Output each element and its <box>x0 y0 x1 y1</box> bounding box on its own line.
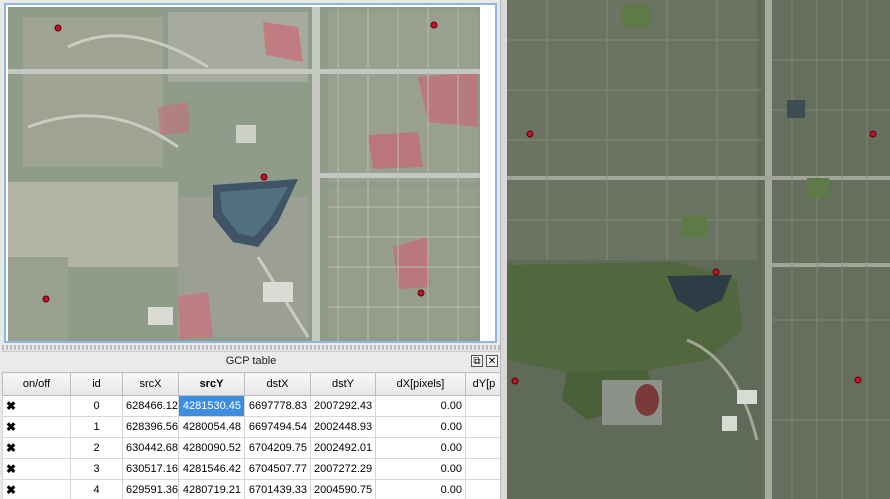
enabled-checkbox[interactable]: ✖ <box>6 441 18 455</box>
table-row[interactable]: ✖ 4 629591.36 4280719.21 6701439.33 2004… <box>2 479 500 499</box>
cell-id: 1 <box>70 416 123 438</box>
col-header-id[interactable]: id <box>70 372 123 396</box>
cell-srcx[interactable]: 629591.36 <box>122 479 179 499</box>
cell-dstx[interactable]: 6697778.83 <box>244 395 311 417</box>
gcp-marker-0[interactable] <box>54 24 62 32</box>
gcp-marker-2[interactable] <box>417 289 425 297</box>
cell-dx: 0.00 <box>375 479 466 499</box>
cell-dx: 0.00 <box>375 416 466 438</box>
cell-srcx[interactable]: 630442.68 <box>122 437 179 459</box>
col-header-srcx[interactable]: srcX <box>122 372 179 396</box>
enabled-checkbox[interactable]: ✖ <box>6 483 18 497</box>
cell-dy <box>465 416 500 438</box>
cell-srcy[interactable]: 4280719.21 <box>178 479 245 499</box>
cell-id: 2 <box>70 437 123 459</box>
source-aerial-image <box>8 7 480 341</box>
cell-srcy[interactable]: 4281546.42 <box>178 458 245 480</box>
gcp-dock-title: GCP table <box>225 355 277 367</box>
pane-splitter[interactable] <box>500 0 507 499</box>
col-header-dy[interactable]: dY[p <box>465 372 500 396</box>
cell-dsty[interactable]: 2007272.29 <box>310 458 376 480</box>
reference-map-canvas[interactable] <box>507 0 890 499</box>
gcp-marker-1[interactable] <box>42 295 50 303</box>
col-header-onoff[interactable]: on/off <box>2 372 71 396</box>
cell-srcy[interactable]: 4281530.45 <box>178 395 245 417</box>
cell-dy <box>465 395 500 417</box>
cell-dstx[interactable]: 6704507.77 <box>244 458 311 480</box>
ref-gcp-marker-3[interactable] <box>869 130 877 138</box>
ref-gcp-marker-0[interactable] <box>526 130 534 138</box>
cell-dy <box>465 479 500 499</box>
cell-id: 4 <box>70 479 123 499</box>
table-row[interactable]: ✖ 3 630517.16 4281546.42 6704507.77 2007… <box>2 458 500 480</box>
cell-id: 0 <box>70 395 123 417</box>
cell-dsty[interactable]: 2002492.01 <box>310 437 376 459</box>
cell-dy <box>465 437 500 459</box>
cell-dsty[interactable]: 2004590.75 <box>310 479 376 499</box>
gcp-dock-titlebar[interactable]: GCP table ⧉ ✕ <box>2 351 500 371</box>
cell-srcx[interactable]: 628396.56 <box>122 416 179 438</box>
close-dock-icon[interactable]: ✕ <box>486 355 498 367</box>
cell-dstx[interactable]: 6704209.75 <box>244 437 311 459</box>
col-header-srcy[interactable]: srcY <box>178 372 245 396</box>
ref-gcp-marker-4[interactable] <box>712 268 720 276</box>
cell-dsty[interactable]: 2002448.93 <box>310 416 376 438</box>
table-row[interactable]: ✖ 2 630442.68 4280090.52 6704209.75 2002… <box>2 437 500 459</box>
cell-dx: 0.00 <box>375 395 466 417</box>
table-header-row: on/off id srcX srcY dstX dstY dX[pixels]… <box>2 372 500 396</box>
cell-dy <box>465 458 500 480</box>
cell-dstx[interactable]: 6697494.54 <box>244 416 311 438</box>
cell-srcx[interactable]: 630517.16 <box>122 458 179 480</box>
source-raster-image[interactable] <box>8 7 480 341</box>
col-header-dx[interactable]: dX[pixels] <box>375 372 466 396</box>
cell-srcx[interactable]: 628466.12 <box>122 395 179 417</box>
ref-gcp-marker-1[interactable] <box>511 377 519 385</box>
cell-dx: 0.00 <box>375 458 466 480</box>
table-row[interactable]: ✖ 0 628466.12 4281530.45 6697778.83 2007… <box>2 395 500 417</box>
float-dock-icon[interactable]: ⧉ <box>471 355 483 367</box>
col-header-dstx[interactable]: dstX <box>244 372 311 396</box>
cell-id: 3 <box>70 458 123 480</box>
georeferencer-source-pane: GCP table ⧉ ✕ on/off id srcX srcY dstX d… <box>0 0 505 499</box>
cell-dstx[interactable]: 6701439.33 <box>244 479 311 499</box>
reference-aerial-image <box>507 0 890 499</box>
ref-gcp-marker-2[interactable] <box>854 376 862 384</box>
enabled-checkbox[interactable]: ✖ <box>6 420 18 434</box>
gcp-table[interactable]: on/off id srcX srcY dstX dstY dX[pixels]… <box>2 372 500 499</box>
dock-resize-grip[interactable] <box>2 345 500 350</box>
enabled-checkbox[interactable]: ✖ <box>6 399 18 413</box>
col-header-dsty[interactable]: dstY <box>310 372 376 396</box>
gcp-marker-4[interactable] <box>260 173 268 181</box>
enabled-checkbox[interactable]: ✖ <box>6 462 18 476</box>
gcp-marker-3[interactable] <box>430 21 438 29</box>
cell-srcy[interactable]: 4280090.52 <box>178 437 245 459</box>
cell-dx: 0.00 <box>375 437 466 459</box>
cell-srcy[interactable]: 4280054.48 <box>178 416 245 438</box>
source-map-canvas[interactable] <box>4 3 497 343</box>
cell-dsty[interactable]: 2007292.43 <box>310 395 376 417</box>
table-row[interactable]: ✖ 1 628396.56 4280054.48 6697494.54 2002… <box>2 416 500 438</box>
